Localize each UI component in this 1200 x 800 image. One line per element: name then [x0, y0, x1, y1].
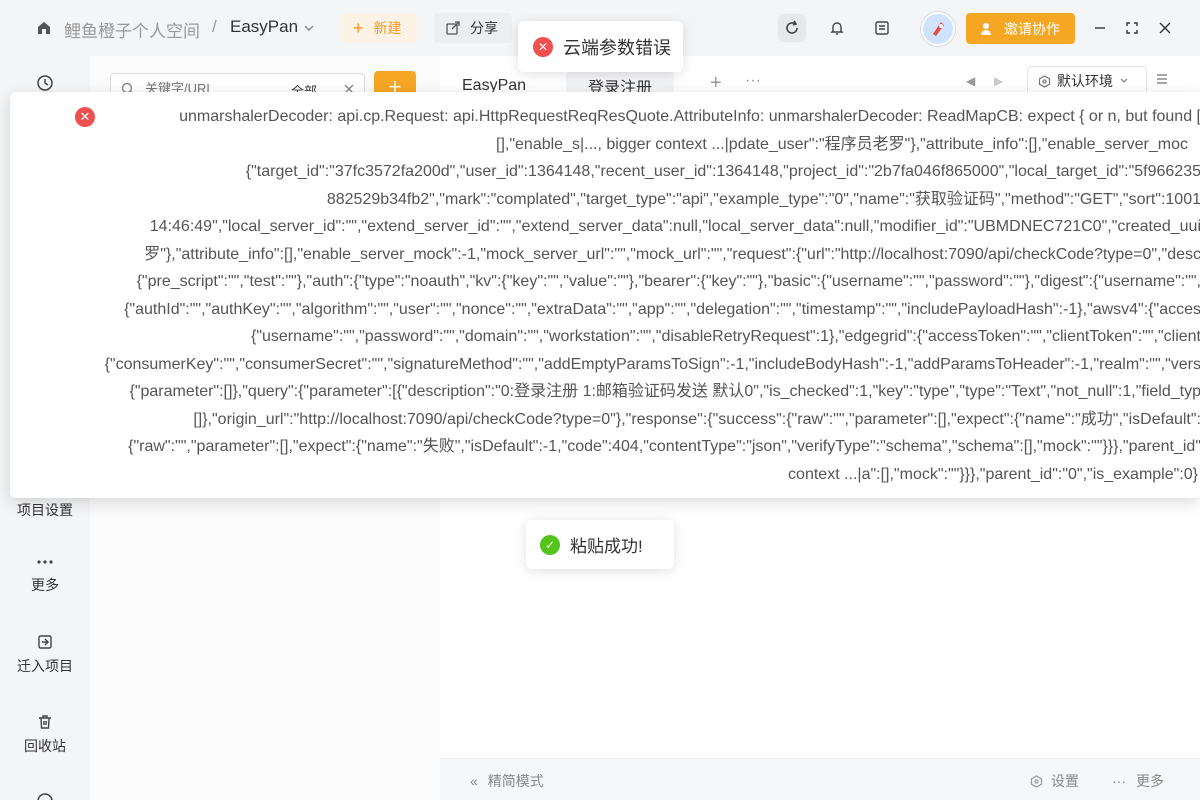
error-text-line: unmarshalerDecoder: api.cp.Request: api.…	[179, 108, 1200, 125]
chevron-down-icon	[1120, 78, 1128, 83]
rail-item-label: 迁入项目	[17, 658, 73, 674]
error-text-line: context ...|a":[],"mock":""}}},"parent_i…	[788, 466, 1198, 483]
error-text-line: {"consumerKey":"","consumerSecret":"","s…	[104, 356, 1200, 373]
tab-more-icon[interactable]: ···	[745, 72, 761, 90]
rail-item-import-project[interactable]: 迁入项目	[0, 634, 90, 676]
error-icon: ✕	[75, 107, 95, 127]
tab-next-icon[interactable]: ▶	[994, 74, 1003, 88]
rail-item-trash[interactable]: 回收站	[0, 714, 90, 756]
simple-mode-label: 精简模式	[487, 773, 544, 789]
simple-mode-toggle[interactable]: « 精简模式	[470, 771, 544, 791]
error-message-popup: ✕ unmarshalerDecoder: api.cp.Request: ap…	[10, 92, 1200, 498]
error-text-line: {"pre_script":"","test":""},"auth":{"typ…	[136, 273, 1200, 290]
more-label: 更多	[1136, 773, 1164, 789]
more-dots-icon	[37, 560, 53, 564]
user-icon	[981, 22, 991, 35]
gear-icon	[1030, 774, 1043, 788]
invite-button-label: 邀请协作	[1004, 20, 1060, 37]
breadcrumb-project[interactable]: EasyPan	[230, 17, 298, 37]
error-text-line: [],"enable_s|..., bigger context ...|pda…	[496, 136, 1188, 153]
tab-prev-icon[interactable]: ◀	[966, 74, 975, 88]
new-button-label: 新建	[373, 20, 402, 36]
maximize-icon[interactable]	[1122, 18, 1142, 38]
notes-icon[interactable]	[868, 14, 896, 42]
error-text-line: {"authId":"","authKey":"","algorithm":""…	[124, 301, 1200, 318]
import-icon	[38, 635, 52, 649]
error-text-line: {"username":"","password":"","domain":""…	[250, 328, 1200, 345]
rail-item-label: 项目设置	[17, 502, 73, 518]
chevron-down-icon[interactable]	[303, 22, 315, 34]
new-button[interactable]: + 新建	[342, 13, 418, 43]
collapse-icon: «	[470, 773, 478, 789]
error-text-line: 882529b34fb2","mark":"complated","target…	[326, 191, 1200, 208]
bottom-bar: « 精简模式 设置 ··· 更多	[440, 758, 1200, 800]
rail-item-more[interactable]: 更多	[0, 555, 90, 595]
rail-item-project-settings[interactable]: 项目设置	[0, 500, 90, 520]
help-icon	[37, 793, 53, 800]
invite-button[interactable]: 邀请协作	[966, 13, 1075, 44]
success-toast: ✓ 粘贴成功!	[526, 520, 674, 569]
error-text-line: 罗"},"attribute_info":[],"enable_server_m…	[144, 246, 1200, 263]
error-text-line: 14:46:49","local_server_id":"","extend_s…	[149, 218, 1200, 235]
close-icon[interactable]	[1155, 18, 1175, 38]
environment-icon	[1038, 74, 1051, 88]
success-toast-text: 粘贴成功!	[570, 537, 643, 556]
error-text-line: {"target_id":"37fc3572fa200d","user_id":…	[245, 163, 1200, 180]
breadcrumb-space[interactable]: 鲤鱼橙子个人空间	[64, 17, 200, 42]
history-icon	[37, 75, 53, 91]
breadcrumb-separator: /	[212, 17, 217, 36]
trash-icon	[39, 715, 51, 729]
error-text-line: []},"origin_url":"http://localhost:7090/…	[193, 411, 1200, 428]
minimize-icon[interactable]	[1090, 18, 1110, 38]
error-toast: ✕ 云端参数错误	[518, 21, 683, 72]
more-button[interactable]: ··· 更多	[1112, 771, 1164, 791]
sync-icon[interactable]	[778, 14, 806, 42]
rail-item-help[interactable]	[0, 792, 90, 800]
error-text-line: {"parameter":[]},"query":{"parameter":[{…	[129, 383, 1200, 400]
settings-label: 设置	[1051, 773, 1079, 789]
more-dots-icon: ···	[1112, 773, 1126, 789]
error-icon: ✕	[533, 36, 553, 57]
menu-icon[interactable]	[1155, 72, 1169, 86]
bell-icon[interactable]	[823, 14, 851, 42]
settings-button[interactable]: 设置	[1030, 771, 1079, 791]
plus-icon: +	[353, 18, 364, 38]
share-button-label: 分享	[470, 20, 498, 36]
home-icon	[38, 22, 50, 34]
share-icon	[446, 21, 460, 35]
share-button[interactable]: 分享	[434, 13, 512, 43]
check-icon: ✓	[540, 534, 560, 555]
avatar[interactable]	[921, 12, 955, 46]
rail-item-label: 更多	[31, 577, 59, 593]
environment-label: 默认环境	[1057, 73, 1113, 89]
rail-item-label: 回收站	[24, 738, 66, 754]
error-toast-text: 云端参数错误	[563, 37, 671, 58]
error-text-line: {"raw":"","parameter":[],"expect":{"name…	[128, 438, 1200, 455]
